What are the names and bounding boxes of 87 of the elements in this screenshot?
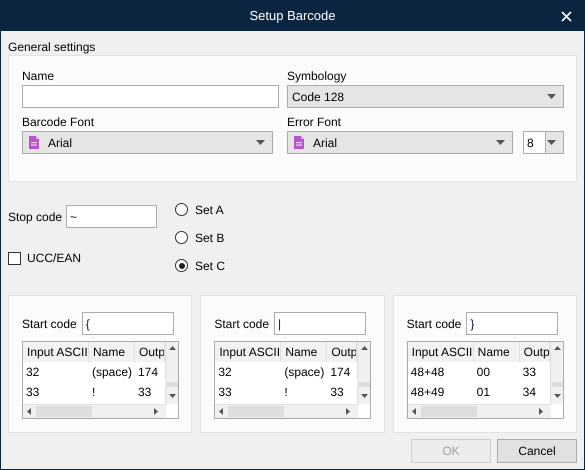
field-label: Name [22,69,56,85]
table-cell-text: 33 [522,364,538,381]
vertical-scrollbar[interactable] [550,342,563,404]
table-cell-text: 00 [476,364,492,381]
column-header[interactable]: Name [281,342,328,362]
checkbox-label: UCC/EAN [27,250,82,267]
window-title: Setup Barcode [249,7,336,26]
font-file-icon [294,136,304,149]
field-label: Start code [214,316,270,332]
table-cell-text: 33 [137,384,152,401]
stop-code-field[interactable]: ~ [66,205,158,228]
table-cell-text: 01 [476,384,492,401]
radio-label: Set A [195,202,224,218]
table-cell-text: ! [91,384,96,401]
scroll-thumb[interactable] [228,406,284,417]
caret-icon [496,140,505,145]
table-cell-text: 174 [137,364,160,381]
table-cell-text: 32 [217,364,233,381]
symbology-dropdown[interactable]: Code 128 [287,85,564,108]
scroll-left-arrow-icon[interactable] [219,408,224,415]
scroll-down-arrow-icon[interactable] [554,394,561,398]
scroll-right-arrow-icon[interactable] [154,408,158,415]
field-label: Error Font [287,115,342,131]
error-font-dropdown[interactable]: Arial [287,131,513,154]
table-cell-text: 33 [217,384,233,401]
column-header[interactable]: Name [474,342,520,362]
vertical-scrollbar[interactable] [357,342,370,404]
table-cell-text: 48+48 [410,364,446,381]
radio-label: Set B [195,230,224,246]
table-cell-text: 33 [329,384,345,401]
horizontal-scrollbar[interactable] [215,404,358,418]
caret-icon [547,140,556,145]
table-cell-text: (space) [91,364,134,381]
column-header[interactable]: Input ASCII [23,342,89,362]
column-header[interactable]: Name [89,342,135,362]
field-label: Start code [406,316,462,332]
horizontal-scrollbar[interactable] [23,404,166,418]
table-cell-text: (space) [283,364,326,381]
group-title: General settings [8,39,96,55]
barcode-font-dropdown[interactable]: Arial [22,131,273,154]
start-code-field[interactable]: } [466,312,558,335]
scroll-right-arrow-icon[interactable] [346,408,350,415]
radio-button[interactable] [175,259,188,272]
radio-button[interactable] [175,203,188,216]
font-file-icon [29,136,39,149]
vertical-scrollbar[interactable] [165,342,178,404]
scroll-thumb[interactable] [359,382,370,387]
scroll-up-arrow-icon[interactable] [169,346,176,350]
scroll-thumb[interactable] [36,406,92,417]
column-header[interactable]: Input ASCII [408,342,474,362]
scroll-thumb[interactable] [167,382,178,387]
scroll-down-arrow-icon[interactable] [169,394,176,398]
table-cell-text: 33 [25,384,40,401]
table-cell-text: ! [283,384,289,401]
horizontal-scrollbar[interactable] [408,404,551,418]
scroll-thumb[interactable] [420,406,477,417]
radio-button[interactable] [175,231,188,244]
table-cell-text: 174 [329,364,352,381]
caret-icon [256,140,265,145]
field-label: Stop code [8,208,62,226]
caret-icon [547,94,556,99]
close-icon [560,10,572,22]
field-label: Symbology [287,69,348,85]
dropdown-value: Code 128 [292,88,344,106]
scroll-left-arrow-icon[interactable] [412,408,416,415]
scroll-down-arrow-icon[interactable] [361,394,368,398]
scroll-left-arrow-icon[interactable] [27,408,31,415]
scroll-up-arrow-icon[interactable] [554,346,561,350]
scroll-up-arrow-icon[interactable] [361,346,368,350]
dialog-button[interactable]: Cancel [497,439,577,463]
column-header[interactable]: Input ASCII [215,342,282,362]
scroll-thumb[interactable] [552,382,563,387]
checkbox[interactable] [8,252,21,264]
field-label: Start code [22,316,77,332]
start-code-field[interactable]: { [82,312,174,335]
scroll-right-arrow-icon[interactable] [538,408,543,415]
start-code-field[interactable]: | [274,312,366,335]
dropdown-value: Arial [313,134,338,152]
table-cell-text: 48+49 [410,384,446,401]
dropdown-value: Arial [48,134,72,152]
field-label: Barcode Font [22,115,96,131]
font-size-dropdown[interactable]: 8 [523,131,564,154]
table-cell-text: 32 [25,364,40,381]
radio-label: Set C [195,258,226,274]
table-cell-text: 34 [522,384,538,401]
font-size-value: 8 [524,132,546,153]
name-field[interactable] [22,85,279,108]
